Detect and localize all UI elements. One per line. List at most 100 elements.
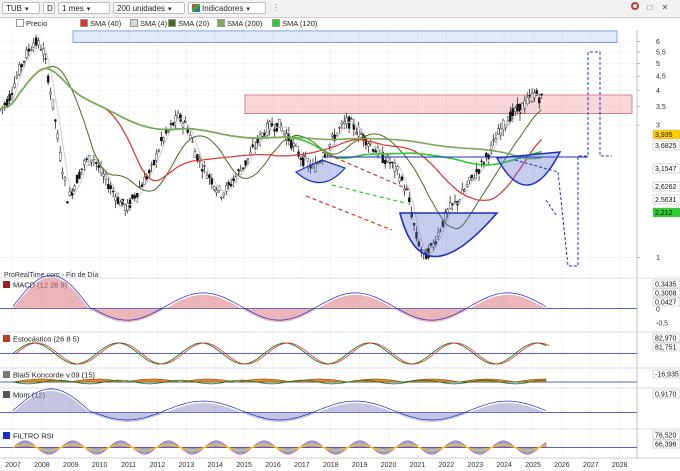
x-tick-label: 2010: [92, 462, 108, 469]
candle-body: [8, 94, 11, 101]
candle-body: [6, 99, 9, 107]
candle-body: [123, 204, 127, 211]
y-tick-label: 3,5: [656, 104, 666, 111]
x-tick-label: 2022: [439, 462, 455, 469]
candle-body: [97, 165, 100, 168]
candle-body: [85, 158, 88, 160]
candle-body: [54, 119, 57, 122]
panel-histogram: [13, 277, 546, 323]
indicator-value-label: 76,520: [655, 433, 677, 440]
price-label: 2,212: [655, 210, 673, 217]
y-tick-label: 4,5: [656, 74, 666, 81]
candle-body: [75, 175, 79, 184]
candle-body: [246, 158, 250, 160]
y-tick-label: 5: [656, 61, 660, 68]
candle-body: [538, 97, 541, 104]
indicator-value-label: 0,0427: [655, 300, 677, 307]
projection-tick: [545, 199, 557, 216]
price-label: 3,6825: [655, 143, 677, 150]
candle-body: [20, 64, 23, 68]
candle-body: [172, 122, 175, 126]
candle-body: [111, 191, 115, 193]
candle-body: [338, 127, 341, 129]
candle-body: [34, 37, 38, 46]
candle-body: [480, 160, 483, 162]
indicator-value-label: 82,970: [655, 336, 677, 343]
panel-icon: [3, 281, 10, 288]
candle-body: [468, 177, 471, 181]
candle-body: [114, 196, 117, 201]
candle-body: [25, 49, 28, 58]
candle-body: [492, 139, 495, 141]
candle-body: [511, 108, 514, 116]
y-tick-label: 1: [656, 255, 660, 262]
candle-body: [388, 161, 392, 164]
candle-body: [42, 48, 45, 55]
candle-body: [160, 137, 163, 142]
candle-body: [193, 151, 197, 158]
y-tick-label: 6: [656, 39, 660, 46]
candle-body: [15, 75, 19, 78]
candle-body: [73, 185, 76, 190]
indicator-axis-label: 0: [656, 307, 660, 314]
candle-body: [119, 201, 122, 207]
candle-body: [282, 131, 286, 135]
x-tick-label: 2013: [179, 462, 195, 469]
candle-body: [453, 200, 457, 203]
indicator-axis-label: -0,5: [656, 321, 668, 328]
x-tick-label: 2011: [121, 462, 136, 469]
candle-body: [109, 185, 112, 189]
candle-body: [169, 123, 173, 125]
candle-body: [497, 128, 500, 135]
candle-body: [66, 201, 69, 204]
x-tick-label: 2020: [381, 462, 397, 469]
indicator-value-label: -16,935: [655, 372, 679, 379]
handle-shape: [495, 151, 562, 186]
candle-body: [56, 133, 59, 140]
candle-body: [83, 160, 86, 165]
candle-body: [400, 176, 404, 181]
candle-body: [152, 159, 156, 165]
candle-body: [403, 188, 406, 192]
candle-body: [210, 178, 214, 185]
candle-body: [143, 176, 146, 185]
x-tick-label: 2007: [5, 462, 21, 469]
price-label: 3,1547: [655, 166, 677, 173]
indicator-value-label: 0,3008: [655, 291, 677, 298]
candle-body: [162, 137, 165, 142]
x-tick-label: 2019: [352, 462, 368, 469]
candle-body: [174, 115, 177, 123]
candle-body: [463, 189, 466, 192]
x-tick-label: 2015: [236, 462, 252, 469]
candle-body: [46, 75, 50, 83]
candle-body: [232, 178, 235, 181]
candle-body: [489, 144, 493, 150]
candle-body: [485, 152, 488, 157]
candle-body: [299, 157, 303, 160]
candle-body: [475, 168, 478, 173]
panel-title: Estocástico (26 8 5): [13, 335, 80, 344]
indicator-value-label: 0,9170: [655, 392, 677, 399]
candle-body: [343, 121, 346, 124]
resistance-zone: [244, 94, 633, 114]
candle-body: [155, 153, 158, 161]
indicator-value-label: 0,3435: [655, 282, 677, 289]
candle-body: [465, 184, 469, 187]
candle-body: [340, 122, 344, 125]
candle-body: [477, 169, 481, 175]
candle-body: [10, 93, 14, 96]
x-tick-label: 2016: [265, 462, 281, 469]
y-tick-label: 5,5: [656, 49, 666, 56]
candle-body: [181, 123, 185, 128]
x-tick-label: 2027: [583, 462, 599, 469]
panel-icon: [3, 335, 10, 342]
candle-body: [540, 93, 543, 96]
candle-body: [148, 169, 151, 174]
candle-body: [398, 177, 401, 182]
panel-icon: [3, 432, 10, 439]
candle-body: [13, 83, 16, 88]
candle-body: [32, 42, 35, 48]
candle-body: [58, 152, 62, 161]
candle-body: [241, 167, 245, 170]
x-tick-label: 2008: [34, 462, 50, 469]
